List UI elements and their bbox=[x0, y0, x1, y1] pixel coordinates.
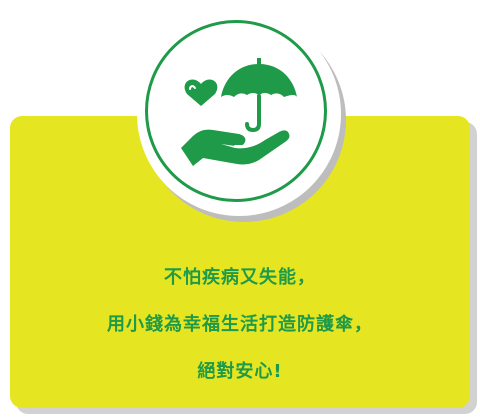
icon-badge bbox=[137, 12, 341, 216]
caption-text: 不怕疾病又失能， 用小錢為幸福生活打造防護傘， 絕對安心! bbox=[10, 254, 470, 395]
caption-line-3: 絕對安心! bbox=[197, 361, 283, 382]
hand-holding-heart-and-umbrella-icon bbox=[181, 58, 297, 166]
caption-line-1: 不怕疾病又失能， bbox=[164, 267, 316, 288]
caption-line-2: 用小錢為幸福生活打造防護傘， bbox=[107, 314, 373, 335]
